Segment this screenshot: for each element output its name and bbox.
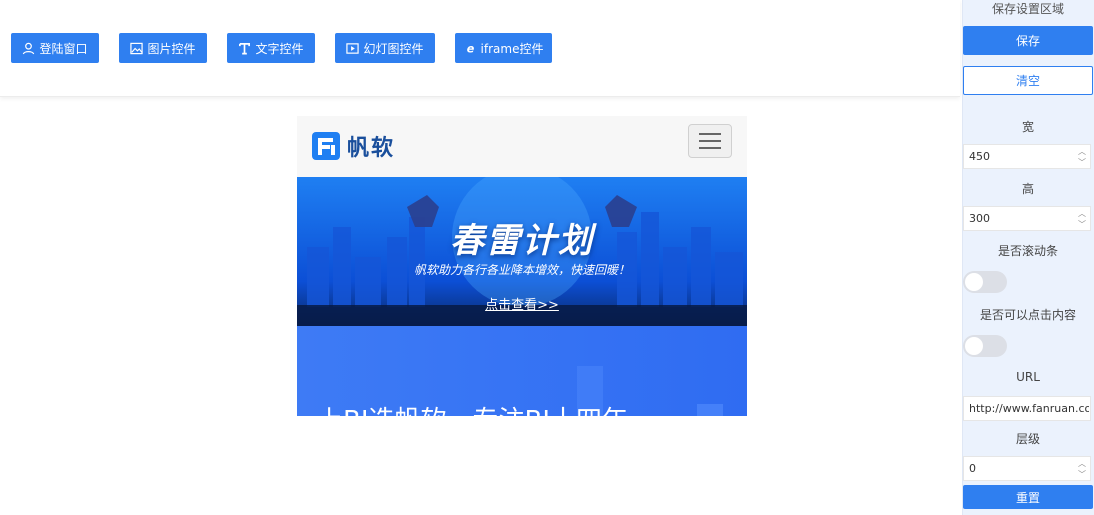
hamburger-menu-icon[interactable] [688, 124, 732, 158]
chevron-down-icon[interactable]: ﹀ [1078, 157, 1086, 168]
url-field[interactable] [964, 397, 1094, 420]
scroll-label: 是否滚动条 [997, 244, 1058, 258]
ie-icon: e [466, 42, 474, 54]
height-label: 高 [1021, 182, 1034, 196]
toolbar: 登陆窗口 图片控件 文字控件 幻灯图控件 e iframe控件 [0, 0, 960, 97]
text-control-button[interactable]: 文字控件 [227, 33, 315, 63]
chevron-down-icon[interactable]: ﹀ [1078, 219, 1086, 230]
text-icon [239, 42, 251, 54]
slideshow-control-button[interactable]: 幻灯图控件 [335, 33, 435, 63]
url-label: URL [1016, 370, 1040, 384]
panel-title: 保存设置区域 [991, 2, 1064, 16]
width-field[interactable] [964, 145, 1074, 168]
chevron-up-icon[interactable]: ︿ [1078, 208, 1086, 219]
width-input[interactable]: ︿﹀ [963, 144, 1091, 169]
chevron-down-icon[interactable]: ﹀ [1078, 469, 1086, 480]
iframe-preview[interactable]: 帆软 春雷计划 帆软助力各行各业降本增效，快速回暖！ 点击查看>> [297, 116, 747, 416]
image-icon [130, 42, 144, 54]
width-label: 宽 [1021, 120, 1034, 134]
clickable-label: 是否可以点击内容 [979, 308, 1076, 322]
site-logo-text: 帆软 [347, 136, 396, 161]
scroll-toggle[interactable] [963, 271, 1007, 293]
clear-button[interactable]: 清空 [963, 66, 1093, 95]
site-navbar: 帆软 [297, 116, 747, 177]
site-logo[interactable]: 帆软 [311, 130, 395, 162]
hero-section: 上BI选帆软，专注BI十四年 [297, 326, 747, 416]
reset-button[interactable]: 重置 [963, 485, 1093, 509]
iframe-control-button[interactable]: e iframe控件 [455, 33, 552, 63]
svg-text:e: e [466, 42, 474, 54]
fanruan-logo-icon [312, 132, 340, 160]
login-window-label: 登陆窗口 [39, 41, 88, 56]
height-stepper[interactable]: ︿ ﹀ [1076, 208, 1088, 230]
banner-title: 春雷计划 [450, 221, 594, 261]
slideshow-control-label: 幻灯图控件 [363, 41, 424, 56]
iframe-control-label: iframe控件 [480, 41, 544, 56]
hero-headline: 上BI选帆软，专注BI十四年 [317, 400, 628, 416]
save-button[interactable]: 保存 [963, 26, 1093, 55]
promo-banner[interactable]: 春雷计划 帆软助力各行各业降本增效，快速回暖！ 点击查看>> [297, 177, 747, 326]
layer-field[interactable] [964, 457, 1074, 480]
width-stepper[interactable]: ︿ ﹀ [1076, 146, 1088, 168]
height-field[interactable] [964, 207, 1074, 230]
login-window-button[interactable]: 登陆窗口 [11, 33, 99, 63]
chevron-up-icon[interactable]: ︿ [1078, 146, 1086, 157]
layer-label: 层级 [1015, 432, 1040, 446]
image-control-button[interactable]: 图片控件 [119, 33, 207, 63]
height-input[interactable]: ︿﹀ [963, 206, 1091, 231]
text-control-label: 文字控件 [255, 41, 304, 56]
url-input[interactable] [963, 396, 1094, 421]
slideshow-icon [346, 42, 360, 54]
image-control-label: 图片控件 [147, 41, 196, 56]
clickable-toggle[interactable] [963, 335, 1007, 357]
chevron-up-icon[interactable]: ︿ [1078, 458, 1086, 469]
banner-subtitle: 帆软助力各行各业降本增效，快速回暖！ [413, 263, 630, 277]
layer-stepper[interactable]: ︿ ﹀ [1076, 458, 1088, 480]
banner-view-link[interactable]: 点击查看>> [297, 294, 747, 313]
layer-input[interactable]: ︿﹀ [963, 456, 1091, 481]
settings-panel: 保存设置区域 保存 清空 宽 ︿﹀ 高 ︿﹀ 是否滚动条 是否可以点击内容 UR… [962, 0, 1094, 515]
user-icon [23, 42, 35, 54]
